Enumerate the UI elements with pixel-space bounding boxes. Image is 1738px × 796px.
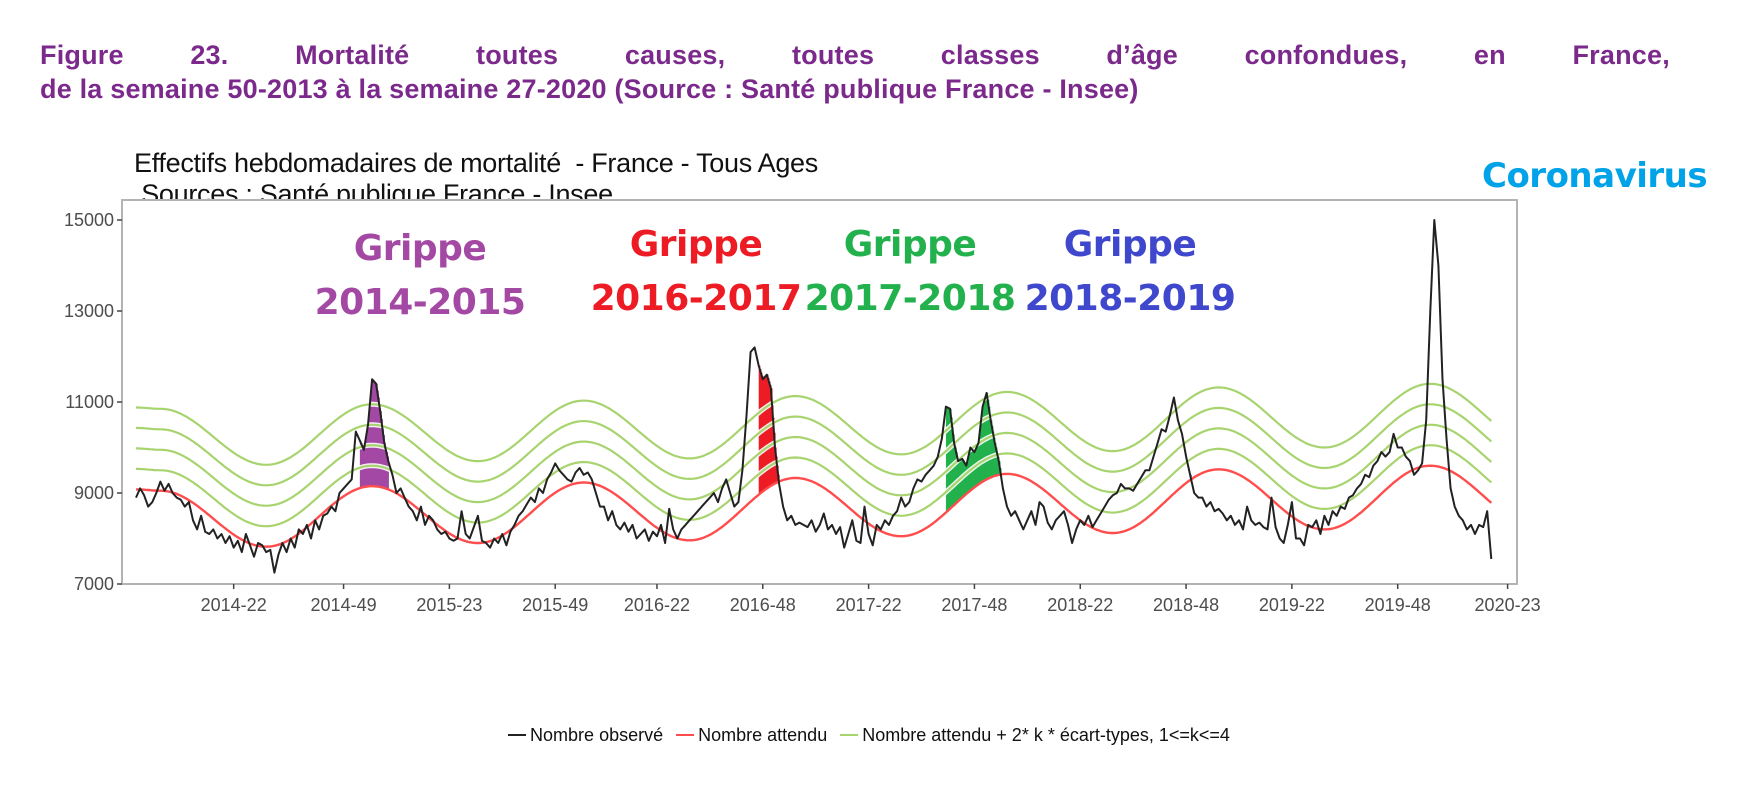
x-tick-label: 2015-49: [522, 595, 588, 615]
annotation-line2: 2018-2019: [1024, 278, 1236, 319]
x-tick-label: 2016-22: [624, 595, 690, 615]
x-tick-label: 2019-48: [1365, 595, 1431, 615]
legend-label: Nombre attendu: [698, 724, 828, 745]
x-tick-label: 2016-48: [730, 595, 796, 615]
annotation-grippe-2014-2015: Grippe 2014-2015: [270, 222, 570, 330]
legend-item-expected: Nombre attendu: [676, 725, 827, 746]
y-tick-label: 9000: [74, 483, 114, 503]
annotation-line1: Coronavirus: [1482, 156, 1708, 196]
y-tick-label: 13000: [64, 301, 114, 321]
x-tick-label: 2017-22: [836, 595, 902, 615]
legend-item-observed: Nombre observé: [508, 725, 663, 746]
annotation-line1: Grippe: [1063, 224, 1197, 265]
annotation-line2: 2014-2015: [314, 282, 526, 323]
x-tick-label: 2019-22: [1259, 595, 1325, 615]
annotation-coronavirus: Coronavirus: [1482, 152, 1738, 200]
annotation-line1: Grippe: [353, 228, 487, 269]
x-tick-label: 2018-22: [1047, 595, 1113, 615]
legend-item-threshold: Nombre attendu + 2* k * écart-types, 1<=…: [840, 725, 1230, 746]
y-tick-label: 7000: [74, 574, 114, 594]
x-tick-label: 2015-23: [416, 595, 482, 615]
y-tick-label: 11000: [65, 392, 114, 412]
x-tick-label: 2020-23: [1475, 595, 1541, 615]
mortality-chart: 7000 9000 11000 13000 15000 2014-22 2014-49 201…: [64, 199, 1541, 615]
legend-label: Nombre observé: [530, 724, 664, 745]
x-tick-label: 2017-48: [941, 595, 1007, 615]
x-tick-label: 2018-48: [1153, 595, 1219, 615]
legend-swatch: [508, 734, 527, 736]
y-tick-label: 15000: [64, 210, 114, 230]
x-tick-label: 2014-49: [311, 595, 377, 615]
chart-legend: Nombre observé Nombre attendu Nombre att…: [0, 720, 1738, 746]
legend-swatch: [840, 734, 859, 736]
x-tick-label: 2014-22: [201, 595, 267, 615]
legend-swatch: [676, 734, 695, 736]
annotation-grippe-2018-2019: Grippe 2018-2019: [980, 218, 1280, 326]
legend-label: Nombre attendu + 2* k * écart-types, 1<=…: [862, 724, 1230, 745]
